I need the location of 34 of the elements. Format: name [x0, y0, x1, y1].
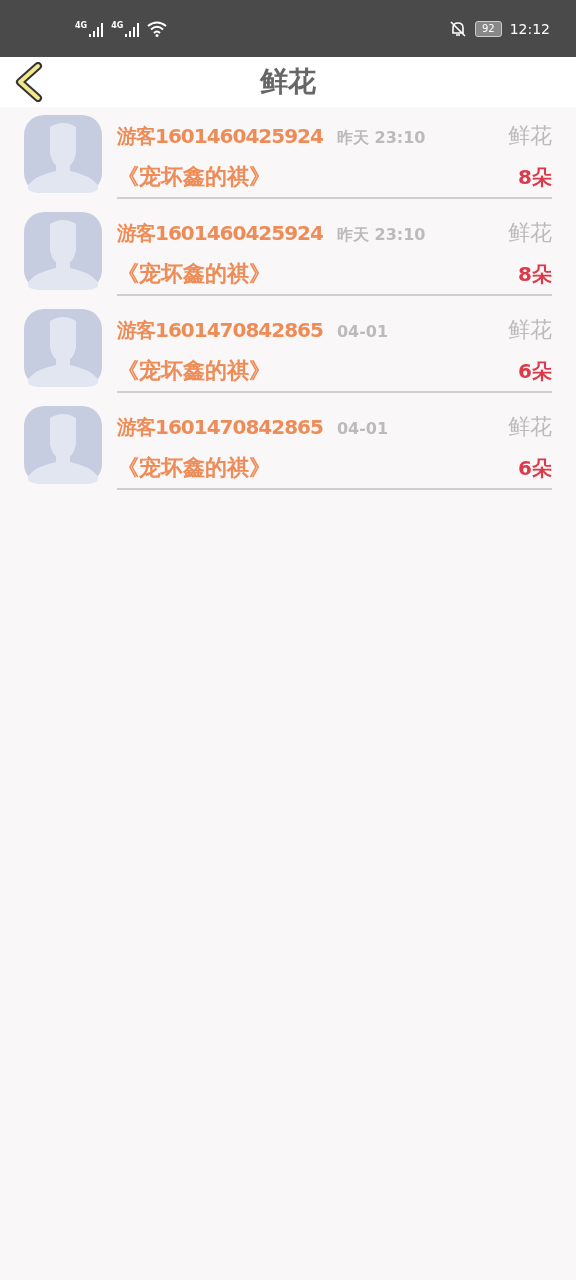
book-title: 《宠坏鑫的祺》 [117, 356, 271, 385]
wifi-icon [147, 20, 168, 37]
book-title: 《宠坏鑫的祺》 [117, 162, 271, 191]
signal-icon [89, 22, 104, 37]
user-name: 游客1601470842865 [117, 413, 323, 441]
battery-icon: 92 [474, 20, 502, 37]
user-name: 游客1601460425924 [117, 219, 323, 247]
network-label: 4G [75, 20, 88, 30]
avatar-icon [24, 212, 102, 290]
gift-label: 鲜花 [508, 412, 552, 441]
bell-off-icon [448, 19, 467, 38]
user-name: 游客1601470842865 [117, 316, 323, 344]
avatar-icon [24, 406, 102, 484]
book-title: 《宠坏鑫的祺》 [117, 453, 271, 482]
time-text: 昨天 23:10 [336, 127, 426, 149]
flower-count: 8朵 [518, 163, 552, 191]
gift-label: 鲜花 [508, 121, 552, 150]
back-icon[interactable] [14, 62, 44, 102]
time-text: 04-01 [336, 321, 389, 341]
flower-count: 6朵 [518, 454, 552, 482]
network-label: 4G [111, 20, 124, 30]
signal-icon [125, 22, 140, 37]
flower-count: 6朵 [518, 357, 552, 385]
flower-count: 8朵 [518, 260, 552, 288]
time-text: 04-01 [336, 418, 389, 438]
gift-label: 鲜花 [508, 315, 552, 344]
avatar-icon [24, 115, 102, 193]
time-text: 昨天 23:10 [336, 224, 426, 246]
book-title: 《宠坏鑫的祺》 [117, 259, 271, 288]
status-time: 12:12 [509, 20, 550, 37]
gift-label: 鲜花 [508, 218, 552, 247]
page-title: 鲜花 [260, 64, 316, 100]
user-name: 游客1601460425924 [117, 122, 323, 150]
avatar-icon [24, 309, 102, 387]
